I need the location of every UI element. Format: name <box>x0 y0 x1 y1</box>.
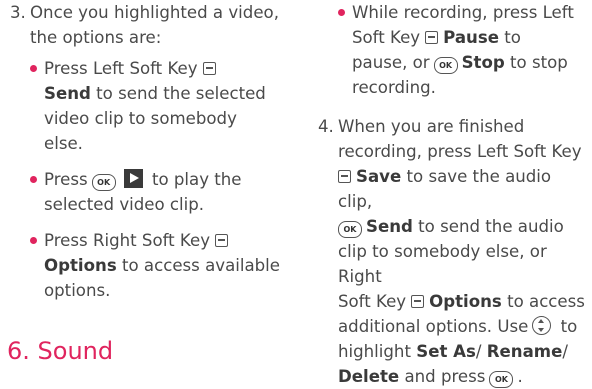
step-text: to access <box>501 292 585 311</box>
bullet-play-line1: Press OK to play the <box>44 167 280 192</box>
bullet-play: Press OK to play the selected video clip. <box>30 167 280 217</box>
step-4-line7: additional options. Use to <box>338 314 588 339</box>
bullet-text: to access available <box>116 256 280 275</box>
step-3: 3. Once you highlighted a video, the opt… <box>10 0 280 303</box>
bullet-text: Press <box>44 170 88 189</box>
step-text: to send the audio <box>412 217 564 236</box>
ok-key-icon: OK <box>489 371 514 388</box>
step-4-line4: OK Send to send the audio <box>338 214 588 239</box>
play-icon <box>123 169 143 188</box>
bullet-text: to send the selected <box>90 84 266 103</box>
delete-label: Delete <box>338 367 400 386</box>
bullet-send-line2: Send to send the selected <box>44 81 280 106</box>
send-label: Send <box>366 217 413 236</box>
bullet-recording-line4: recording. <box>352 78 436 97</box>
bullet-send: Press Left Soft Key Send to send the sel… <box>30 56 280 156</box>
step-number: 4. <box>318 117 334 136</box>
options-label: Options <box>44 256 117 275</box>
soft-key-icon <box>338 170 351 183</box>
step-4-line2: recording, press Left Soft Key <box>338 142 582 161</box>
step-text: and press <box>399 367 486 386</box>
send-label: Send <box>44 84 91 103</box>
step-text: Soft Key <box>338 292 407 311</box>
right-column: While recording, press Left Soft Key Paus… <box>318 0 588 389</box>
bullet-options-line3: options. <box>44 281 111 300</box>
ok-key-icon: OK <box>338 221 362 238</box>
step-4-line1: When you are finished <box>338 117 525 136</box>
pause-label: Pause <box>443 28 499 47</box>
nav-key-icon <box>532 316 552 335</box>
step-4-line5: clip to somebody else, or Right <box>338 242 547 286</box>
section-heading: 6. Sound <box>7 337 114 365</box>
bullet-options-line2: Options to access available <box>44 253 280 278</box>
step-text: to <box>555 317 578 336</box>
bullet-send-line3: video clip to somebody else. <box>44 109 237 153</box>
bullet-text: Press Right Soft Key <box>44 231 211 250</box>
step-3-intro-line1: Once you highlighted a video, <box>30 3 279 22</box>
bullet-options: Press Right Soft Key Options to access a… <box>30 228 280 303</box>
bullet-send-line1: Press Left Soft Key <box>44 56 280 81</box>
bullet-text: Press Left Soft Key <box>44 59 198 78</box>
separator: / <box>475 342 487 361</box>
separator: / <box>562 342 568 361</box>
left-column: 3. Once you highlighted a video, the opt… <box>10 0 280 303</box>
step-4: 4. When you are finished recording, pres… <box>318 114 588 389</box>
save-label: Save <box>356 167 402 186</box>
bullet-text: to play the <box>146 170 242 189</box>
step-4-line9: Delete and press OK. <box>338 364 588 389</box>
step-text: highlight <box>338 342 411 361</box>
bullet-text: pause, or <box>352 53 430 72</box>
bullet-recording: While recording, press Left Soft Key Paus… <box>338 0 588 100</box>
soft-key-icon <box>425 31 439 44</box>
step-4-line6: Soft Key Options to access <box>338 289 588 314</box>
bullet-recording-line3: pause, or OK Stop to stop <box>352 50 588 75</box>
step-4-line8: highlight Set As/ Rename/ <box>338 339 588 364</box>
bullet-recording-line2: Soft Key Pause to <box>352 25 588 50</box>
set-as-label: Set As <box>416 342 476 361</box>
soft-key-icon <box>215 234 229 247</box>
step-3-intro-line2: the options are: <box>30 28 162 47</box>
step-number: 3. <box>10 3 26 22</box>
step-text: additional options. Use <box>338 317 529 336</box>
ok-key-icon: OK <box>91 174 116 191</box>
rename-label: Rename <box>486 342 563 361</box>
step-4-line3: Save to save the audio clip, <box>338 164 588 214</box>
bullet-play-line2: selected video clip. <box>44 195 205 214</box>
bullet-recording-line1: While recording, press Left <box>352 3 574 22</box>
period: . <box>517 367 523 386</box>
bullet-options-line1: Press Right Soft Key <box>44 228 280 253</box>
soft-key-icon <box>202 62 216 75</box>
bullet-text: Soft Key <box>352 28 421 47</box>
options-label: Options <box>429 292 502 311</box>
bullet-text: to stop <box>504 53 568 72</box>
stop-label: Stop <box>461 53 505 72</box>
soft-key-icon <box>411 295 425 308</box>
ok-key-icon: OK <box>433 57 458 74</box>
bullet-text: to <box>498 28 521 47</box>
